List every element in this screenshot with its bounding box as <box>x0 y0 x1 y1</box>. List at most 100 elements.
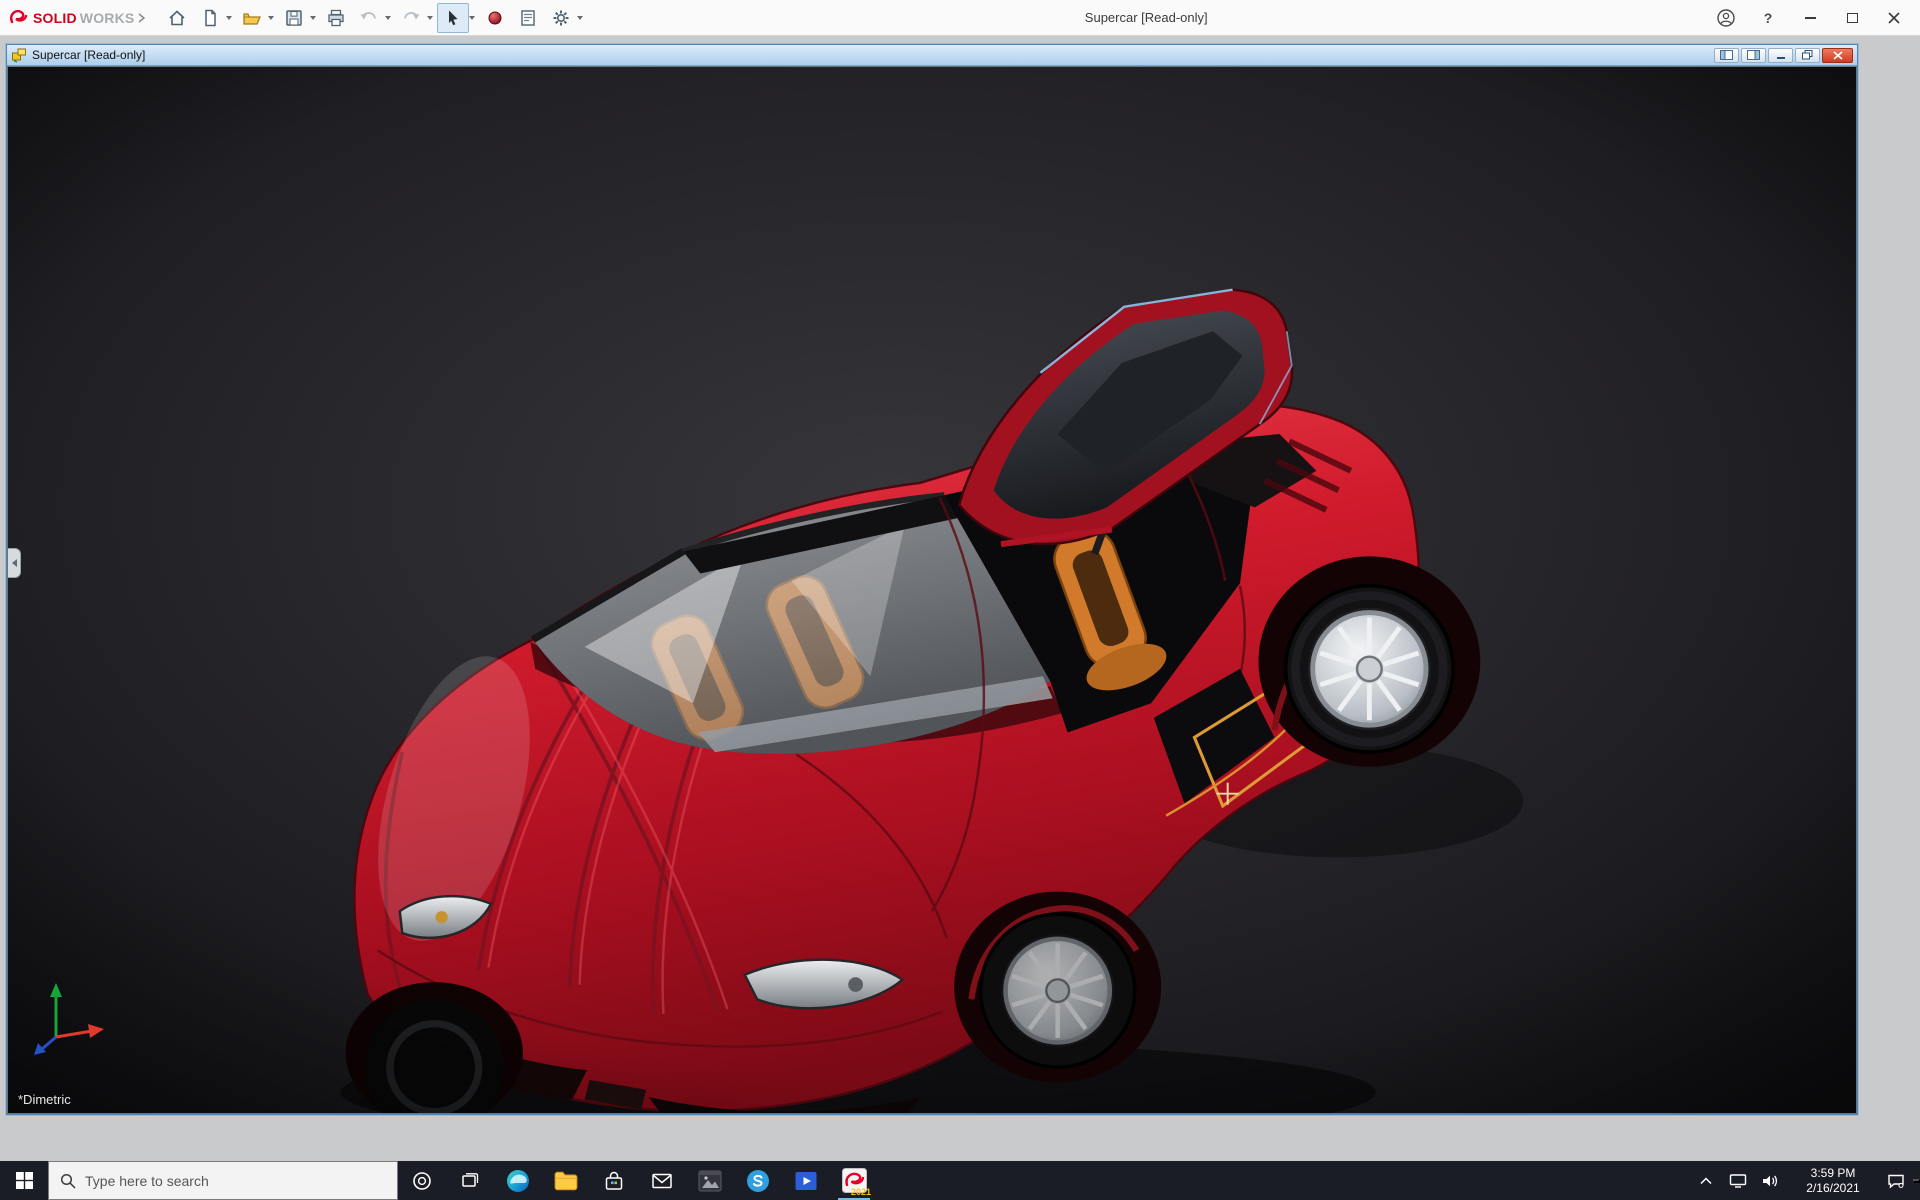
brand-solid: SOLID <box>33 9 77 26</box>
home-button[interactable] <box>161 3 193 33</box>
new-document-dropdown-icon[interactable] <box>226 15 233 20</box>
taskbar-clock[interactable]: 3:59 PM 2/16/2021 <box>1787 1161 1879 1200</box>
doc-minimize-icon <box>1776 57 1785 59</box>
search-icon <box>60 1173 76 1189</box>
pane-left-icon <box>1720 50 1733 60</box>
cortana-button[interactable] <box>398 1161 446 1200</box>
help-icon: ? <box>1763 9 1773 26</box>
open-folder-icon <box>243 12 262 25</box>
doc-pane-right-button[interactable] <box>1741 47 1766 63</box>
file-explorer-icon <box>554 1171 578 1190</box>
maximize-button[interactable] <box>1832 3 1872 33</box>
screen: SOLID WORKS Supercar [Read-only] ? Super… <box>0 0 1920 1200</box>
skype-icon <box>747 1169 769 1192</box>
tray-volume-button[interactable] <box>1755 1161 1785 1200</box>
redo-icon <box>404 11 420 19</box>
doc-minimize-button[interactable] <box>1768 47 1793 63</box>
3d-viewport[interactable]: *Dimetric <box>7 66 1857 1114</box>
print-button[interactable] <box>320 3 352 33</box>
home-icon <box>169 9 185 25</box>
app-titlebar: SOLID WORKS Supercar [Read-only] ? <box>0 0 1920 36</box>
app-store[interactable] <box>590 1161 638 1200</box>
close-icon <box>1888 11 1900 24</box>
assembly-document-icon <box>12 48 26 63</box>
open-dropdown-icon[interactable] <box>268 15 275 20</box>
minimize-icon <box>1804 16 1816 19</box>
open-button[interactable] <box>236 3 268 33</box>
appearances-button[interactable] <box>479 3 511 33</box>
feature-manager-collapse-tab[interactable] <box>8 548 21 579</box>
system-tray: 3:59 PM 2/16/2021 <box>1691 1161 1920 1200</box>
photos-icon <box>698 1170 722 1191</box>
tray-display-button[interactable] <box>1723 1161 1753 1200</box>
brand-expand-icon[interactable] <box>137 12 146 23</box>
task-view-icon <box>462 1172 479 1187</box>
account-button[interactable] <box>1706 3 1746 33</box>
volume-icon <box>1763 1175 1778 1186</box>
design-checker-button[interactable] <box>512 3 544 33</box>
save-dropdown-icon[interactable] <box>310 15 317 20</box>
new-document-button[interactable] <box>194 3 226 33</box>
mail-icon <box>652 1173 672 1188</box>
print-icon <box>328 9 345 26</box>
document-window: Supercar [Read-only] *Dimetric <box>6 44 1858 1115</box>
search-input[interactable] <box>85 1172 386 1189</box>
cortana-icon <box>413 1171 431 1190</box>
start-button[interactable] <box>0 1161 48 1200</box>
taskbar-search[interactable] <box>48 1161 398 1200</box>
select-button[interactable] <box>437 2 470 33</box>
maximize-icon <box>1846 12 1858 23</box>
movies-tv-icon <box>795 1171 817 1190</box>
action-center-button[interactable] <box>1881 1161 1911 1200</box>
mdi-area: Supercar [Read-only] *Dimetric <box>0 36 1920 1161</box>
chevron-up-icon <box>1700 1176 1712 1184</box>
3d-model-supercar[interactable] <box>8 67 1856 1113</box>
windows-start-icon <box>15 1172 33 1189</box>
minimize-button[interactable] <box>1790 3 1830 33</box>
undo-dropdown-icon[interactable] <box>385 15 392 20</box>
app-mail[interactable] <box>638 1161 686 1200</box>
app-edge[interactable] <box>494 1161 542 1200</box>
app-file-explorer[interactable] <box>542 1161 590 1200</box>
brand-works: WORKS <box>79 9 135 26</box>
app-skype[interactable] <box>734 1161 782 1200</box>
undo-icon <box>360 11 377 19</box>
document-titlebar[interactable]: Supercar [Read-only] <box>7 45 1857 66</box>
doc-close-icon <box>1832 50 1843 60</box>
window-controls: ? <box>1706 3 1914 33</box>
undo-button[interactable] <box>353 3 385 33</box>
action-center-icon <box>1888 1174 1904 1189</box>
save-icon <box>286 9 303 26</box>
save-button[interactable] <box>278 3 310 33</box>
options-dropdown-icon[interactable] <box>577 15 584 20</box>
clock-date: 2/16/2021 <box>1806 1180 1860 1195</box>
doc-close-button[interactable] <box>1822 47 1853 63</box>
task-view-button[interactable] <box>446 1161 494 1200</box>
redo-button[interactable] <box>395 3 427 33</box>
doc-restore-icon <box>1802 50 1813 60</box>
doc-restore-button[interactable] <box>1795 47 1820 63</box>
show-desktop-button[interactable] <box>1913 1178 1920 1183</box>
select-arrow-icon <box>449 10 458 25</box>
close-button[interactable] <box>1874 3 1914 33</box>
select-dropdown-icon[interactable] <box>469 15 476 20</box>
doc-pane-left-button[interactable] <box>1714 47 1739 63</box>
tray-expand-button[interactable] <box>1691 1161 1721 1200</box>
solidworks-logo-icon <box>10 9 28 23</box>
app-photos[interactable] <box>686 1161 734 1200</box>
account-icon <box>1717 8 1735 27</box>
help-button[interactable]: ? <box>1748 3 1788 33</box>
orientation-triad-icon[interactable] <box>30 977 114 1061</box>
view-orientation-label: *Dimetric <box>18 1092 71 1107</box>
new-document-icon <box>205 9 217 26</box>
options-button[interactable] <box>545 3 577 33</box>
main-toolbar <box>161 2 586 33</box>
app-movies-tv[interactable] <box>782 1161 830 1200</box>
document-title: Supercar [Read-only] <box>32 48 146 62</box>
appearance-sphere-icon <box>488 11 502 24</box>
redo-dropdown-icon[interactable] <box>427 15 434 20</box>
gear-icon <box>553 10 569 25</box>
taskbar: 2021 3:59 PM 2/ <box>0 1161 1920 1200</box>
solidworks-logo: SOLID WORKS <box>6 7 151 29</box>
app-solidworks[interactable]: 2021 <box>830 1161 878 1200</box>
